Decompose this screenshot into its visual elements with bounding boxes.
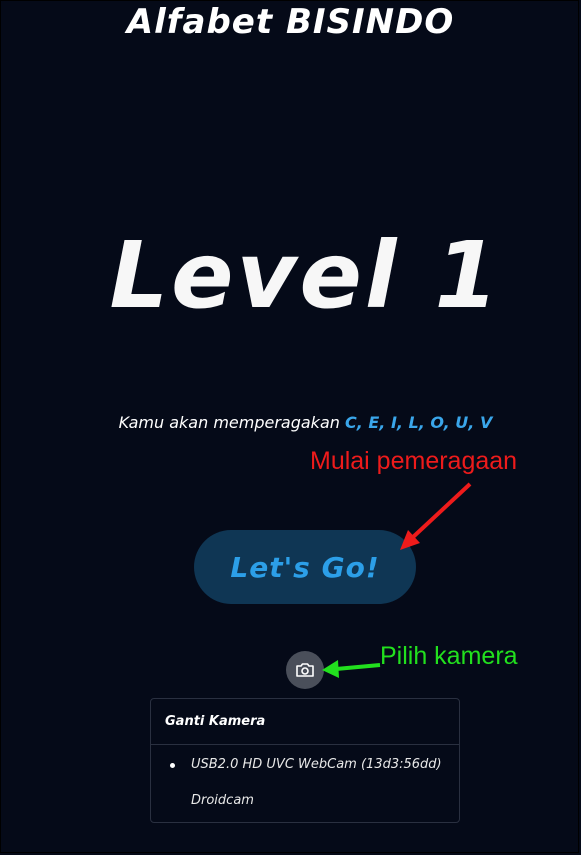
annotation-start: Mulai pemeragaan: [310, 447, 518, 475]
letters-list: C, E, I, L, O, U, V: [344, 413, 493, 432]
camera-switch-button[interactable]: [286, 651, 324, 689]
camera-icon: [296, 663, 314, 677]
camera-option[interactable]: USB2.0 HD UVC WebCam (13d3:56dd): [170, 757, 442, 772]
camera-option[interactable]: Droidcam: [191, 793, 254, 808]
camera-panel-title: Ganti Kamera: [151, 699, 459, 745]
lets-go-button[interactable]: Let's Go!: [194, 530, 416, 604]
camera-option-label: USB2.0 HD UVC WebCam (13d3:56dd): [191, 757, 442, 772]
app-title: Alfabet BISINDO: [126, 2, 455, 42]
level-title: Level 1: [109, 222, 502, 329]
description-prefix: Kamu akan memperagakan: [118, 413, 340, 432]
camera-option-label: Droidcam: [191, 793, 254, 808]
camera-panel: Ganti Kamera USB2.0 HD UVC WebCam (13d3:…: [150, 698, 460, 823]
level-description: Kamu akan memperagakan C, E, I, L, O, U,…: [0, 413, 581, 432]
bullet-icon: [170, 763, 175, 768]
annotation-camera: Pilih kamera: [380, 642, 518, 670]
